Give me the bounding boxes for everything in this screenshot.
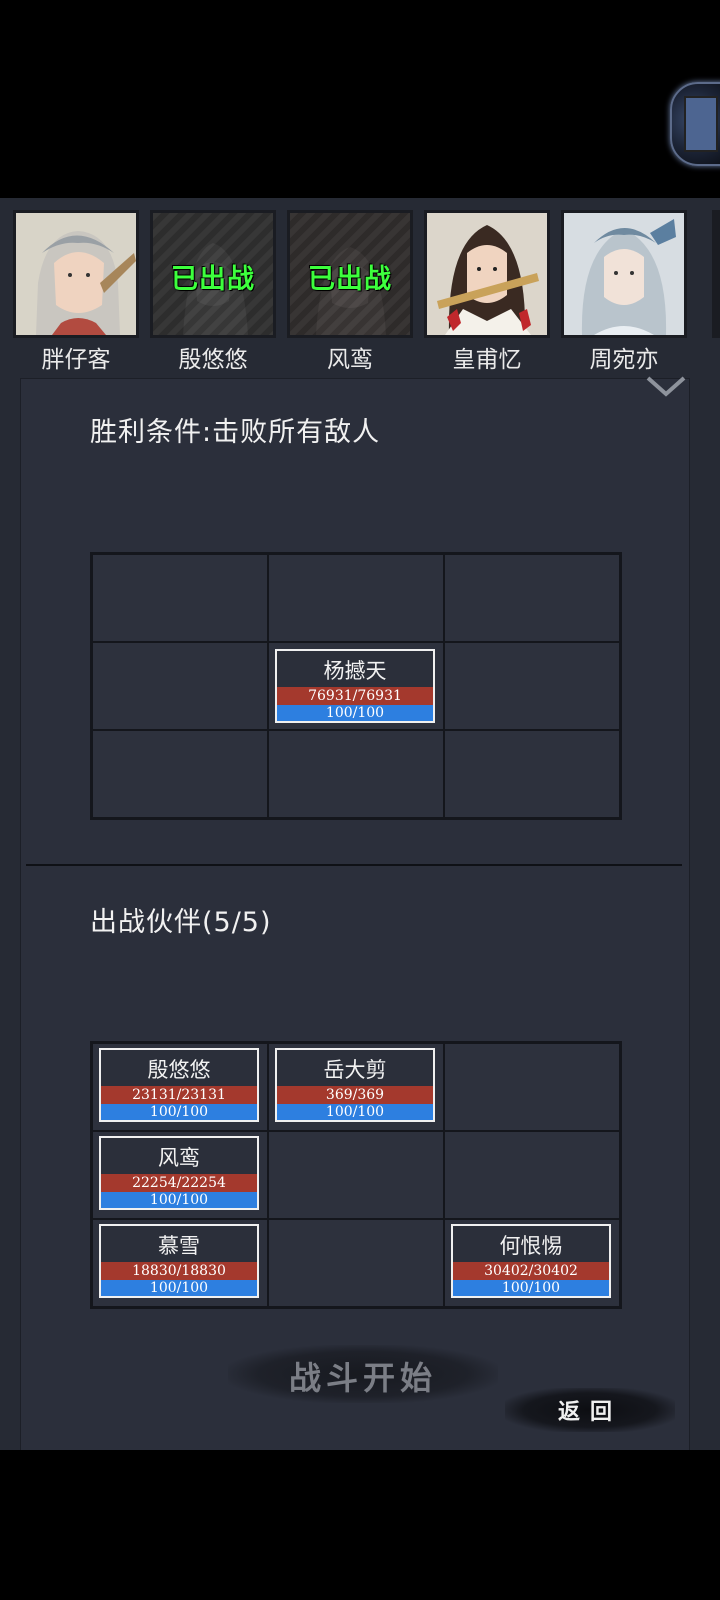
- enemy-grid-cell: [445, 643, 619, 729]
- enemy-grid-cell: [269, 731, 443, 817]
- start-battle-label: 战斗开始: [288, 1359, 437, 1397]
- hp-bar: 23131/23131: [101, 1086, 257, 1104]
- hp-bar: 369/369: [277, 1086, 433, 1104]
- chevron-down-icon[interactable]: [644, 370, 688, 400]
- unit-name: 何恨惕: [499, 1234, 563, 1258]
- back-button[interactable]: 返回: [505, 1388, 675, 1432]
- unit-name: 殷悠悠: [147, 1058, 211, 1082]
- hp-bar: 30402/30402: [453, 1262, 609, 1280]
- corner-menu-badge[interactable]: [670, 82, 720, 166]
- enemy-grid-cell: [269, 555, 443, 641]
- portrait-card-1[interactable]: [13, 210, 139, 338]
- party-unit-card[interactable]: 慕雪 18830/18830 100/100: [99, 1224, 259, 1298]
- victory-condition: 胜利条件:击败所有敌人: [90, 417, 381, 448]
- portrait-card-partial[interactable]: [712, 210, 720, 338]
- mp-bar: 100/100: [277, 705, 433, 721]
- party-formation-grid: 殷悠悠 23131/23131 100/100 岳大剪 369/369 100/…: [90, 1041, 622, 1309]
- portrait-name-1: 胖仔客: [41, 347, 111, 373]
- badge-icon: [684, 96, 718, 152]
- party-grid-cell[interactable]: [269, 1132, 443, 1218]
- enemy-grid-cell: [93, 555, 267, 641]
- unit-name: 风鸾: [158, 1146, 200, 1170]
- enemy-formation-grid: 杨撼天 76931/76931 100/100: [90, 552, 622, 820]
- character-portrait-icon: [16, 213, 136, 335]
- portrait-name-3: 风鸾: [327, 347, 373, 373]
- hp-bar: 22254/22254: [101, 1174, 257, 1192]
- portrait-name-2: 殷悠悠: [178, 347, 248, 373]
- mp-bar: 100/100: [277, 1104, 433, 1120]
- deployed-status: 已出战: [308, 264, 392, 295]
- portrait-card-2[interactable]: 已出战: [150, 210, 276, 338]
- top-letterbox: [0, 0, 720, 198]
- deployed-status: 已出战: [171, 264, 255, 295]
- portrait-name-5: 周宛亦: [589, 347, 659, 373]
- enemy-grid-cell: [93, 731, 267, 817]
- portrait-card-5[interactable]: [561, 210, 687, 338]
- unit-name: 杨撼天: [323, 659, 387, 683]
- enemy-grid-cell: [445, 555, 619, 641]
- party-unit-card[interactable]: 风鸾 22254/22254 100/100: [99, 1136, 259, 1210]
- mp-bar: 100/100: [453, 1280, 609, 1296]
- hp-bar: 18830/18830: [101, 1262, 257, 1280]
- unit-name: 岳大剪: [323, 1058, 387, 1082]
- party-count-label: 出战伙伴(5/5): [90, 907, 272, 938]
- party-grid-cell[interactable]: [445, 1044, 619, 1130]
- mp-bar: 100/100: [101, 1280, 257, 1296]
- character-portrait-icon: [564, 213, 684, 335]
- enemy-unit-card[interactable]: 杨撼天 76931/76931 100/100: [275, 649, 435, 723]
- unit-name: 慕雪: [158, 1234, 200, 1258]
- party-grid-cell[interactable]: [269, 1220, 443, 1306]
- party-unit-card[interactable]: 殷悠悠 23131/23131 100/100: [99, 1048, 259, 1122]
- back-label: 返回: [557, 1399, 622, 1425]
- section-divider: [26, 864, 682, 866]
- start-battle-button[interactable]: 战斗开始: [228, 1345, 498, 1403]
- enemy-grid-cell: [93, 643, 267, 729]
- portrait-card-4[interactable]: [424, 210, 550, 338]
- enemy-grid-cell: [445, 731, 619, 817]
- hp-bar: 76931/76931: [277, 687, 433, 705]
- party-grid-cell[interactable]: [445, 1132, 619, 1218]
- mp-bar: 100/100: [101, 1104, 257, 1120]
- mp-bar: 100/100: [101, 1192, 257, 1208]
- party-unit-card[interactable]: 岳大剪 369/369 100/100: [275, 1048, 435, 1122]
- bottom-letterbox: [0, 1450, 720, 1600]
- portrait-name-4: 皇甫忆: [452, 347, 522, 373]
- portrait-card-3[interactable]: 已出战: [287, 210, 413, 338]
- character-portrait-icon: [427, 213, 547, 335]
- party-unit-card[interactable]: 何恨惕 30402/30402 100/100: [451, 1224, 611, 1298]
